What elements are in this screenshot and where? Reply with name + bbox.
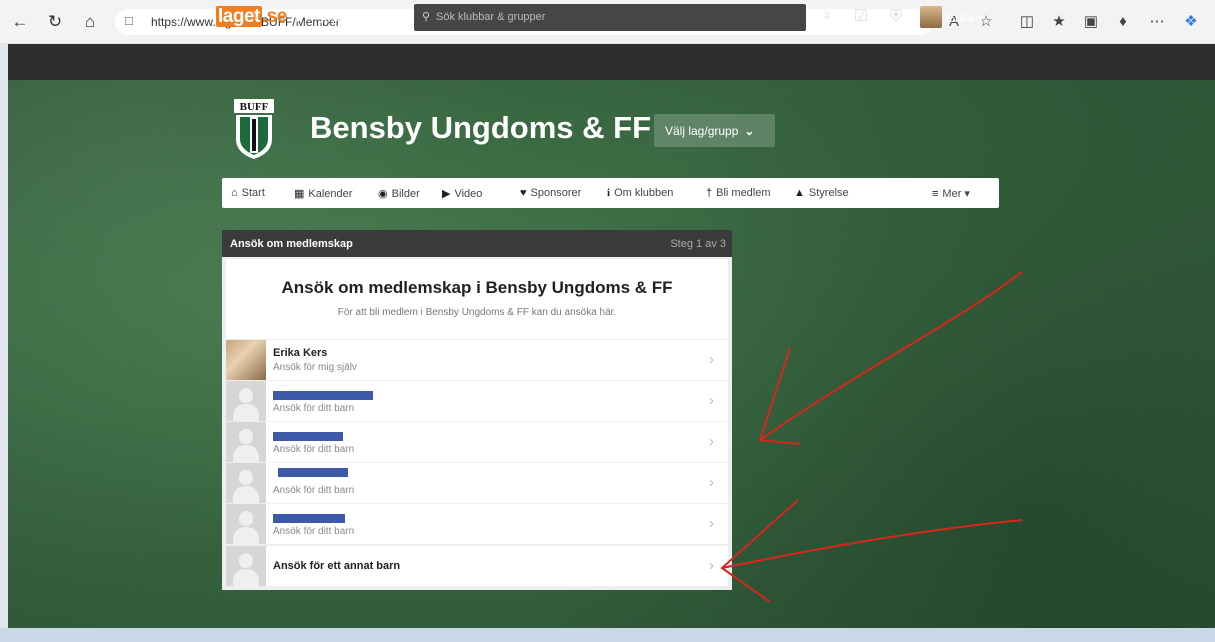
applicant-row-self[interactable]: Erika Kers Ansök för mig själv ›: [226, 340, 728, 380]
more-options-icon[interactable]: ⋯: [1147, 12, 1167, 32]
chevron-right-icon: ›: [709, 515, 714, 532]
club-title: Bensby Ungdoms & FF: [310, 110, 652, 145]
extensions-icon[interactable]: ♦: [1113, 12, 1133, 32]
home-icon: ⌂: [231, 187, 238, 199]
applicant-subtitle: Ansök för mig själv: [273, 362, 357, 373]
redaction-bar: [278, 468, 348, 477]
user-icon: ▲: [794, 187, 805, 199]
info-icon: i: [607, 187, 611, 199]
menu-item-bilder[interactable]: ◉ Bilder: [378, 187, 420, 200]
chevron-right-icon: ›: [709, 557, 714, 574]
menu-item-mer[interactable]: ≡ Mer ▾: [932, 187, 970, 200]
menu-item-bli-medlem[interactable]: † Bli medlem: [706, 187, 771, 199]
back-icon[interactable]: ←: [9, 11, 31, 33]
applicant-subtitle: Ansök för ditt barn: [273, 444, 355, 455]
laget-logo[interactable]: laget .se: [216, 6, 287, 28]
camera-icon: ◉: [378, 188, 388, 200]
redaction-bar: [273, 514, 345, 523]
video-icon: ▶: [442, 188, 451, 200]
menu-item-kalender[interactable]: ▦ Kalender: [294, 187, 352, 200]
applicant-row-child[interactable]: Ansök för ditt barn ›: [226, 504, 728, 544]
chevron-right-icon: ›: [709, 392, 714, 409]
menu-item-start[interactable]: ⌂ Start: [231, 187, 265, 199]
search-box[interactable]: ⚲ Sök klubbar & grupper: [414, 4, 806, 31]
chevron-right-icon: ›: [709, 351, 714, 368]
svg-text:BUFF: BUFF: [240, 101, 269, 113]
choose-team-dropdown[interactable]: Välj lag/grupp ⌄: [654, 114, 775, 147]
redaction-bar: [273, 432, 343, 441]
admin-link[interactable]: ⚒ Admin: [318, 11, 364, 27]
avatar: [226, 340, 266, 380]
bell-icon[interactable]: ♮: [818, 8, 836, 26]
home-icon[interactable]: ⌂: [79, 11, 101, 33]
refresh-icon[interactable]: ↻: [44, 11, 66, 33]
person-icon: †: [706, 187, 713, 199]
avatar-placeholder: [226, 504, 266, 544]
avatar-placeholder: [226, 422, 266, 462]
checkbox-icon[interactable]: ☑: [852, 8, 870, 26]
hamburger-icon: ≡: [932, 188, 939, 200]
search-placeholder: Sök klubbar & grupper: [436, 11, 546, 23]
split-screen-icon[interactable]: ◫: [1017, 12, 1037, 32]
applicant-subtitle: Ansök för ditt barn: [273, 403, 355, 414]
applicant-name: Erika Kers: [273, 347, 328, 359]
avatar-placeholder: [226, 381, 266, 421]
heart-icon: ♥: [520, 187, 527, 199]
site-topbar: [8, 44, 1215, 80]
chevron-right-icon: ›: [709, 474, 714, 491]
redaction-bar: [273, 391, 373, 400]
avatar-placeholder: [226, 546, 266, 586]
copilot-icon[interactable]: ❖: [1181, 12, 1201, 32]
calendar-icon: ▦: [294, 188, 305, 200]
applicant-row-child[interactable]: Ansök för ditt barn ›: [226, 381, 728, 421]
search-icon: ⚲: [422, 11, 431, 23]
apply-other-child-label: Ansök för ett annat barn: [273, 560, 401, 572]
apply-other-child-row[interactable]: Ansök för ett annat barn ›: [226, 546, 728, 586]
menu-item-om-klubben[interactable]: i Om klubben: [607, 187, 673, 199]
applicant-subtitle: Ansök för ditt barn: [273, 526, 355, 537]
favorites-icon[interactable]: ★: [1049, 12, 1069, 32]
wrench-icon: ⚒: [318, 11, 330, 26]
membership-panel: Ansök om medlemskap Steg 1 av 3 Ansök om…: [222, 230, 732, 590]
shield-icon[interactable]: ⛨: [887, 8, 905, 26]
avatar-placeholder: [226, 463, 266, 503]
menu-item-sponsorer[interactable]: ♥ Sponsorer: [520, 187, 581, 199]
user-menu[interactable]: Erika ▾: [947, 11, 984, 25]
panel-header: Ansök om medlemskap Steg 1 av 3: [222, 230, 732, 257]
menu-item-video[interactable]: ▶ Video: [442, 187, 482, 200]
intro-subtitle: För att bli medlem i Bensby Ungdoms & FF…: [337, 307, 617, 318]
applicant-row-child[interactable]: Ansök för ditt barn ›: [226, 422, 728, 462]
os-taskbar: [0, 628, 1215, 642]
user-avatar[interactable]: [920, 6, 942, 28]
chevron-right-icon: ›: [709, 433, 714, 450]
club-crest: BUFF: [234, 99, 274, 159]
club-menu: ⌂ Start ▦ Kalender ◉ Bilder ▶ Video ♥ Sponsor…: [222, 178, 999, 208]
step-indicator: Steg 1 av 3: [670, 238, 726, 250]
panel-title: Ansök om medlemskap: [230, 238, 353, 250]
collections-icon[interactable]: ▣: [1081, 12, 1101, 32]
plus-icon[interactable]: +: [292, 6, 304, 29]
chevron-down-icon: ⌄: [744, 124, 755, 138]
applicant-row-child[interactable]: Ansök för ditt barn ›: [226, 463, 728, 503]
applicant-subtitle: Ansök för ditt barn: [273, 485, 355, 496]
intro-box: Ansök om medlemskap i Bensby Ungdoms & F…: [226, 259, 728, 339]
intro-title: Ansök om medlemskap i Bensby Ungdoms & F…: [281, 278, 673, 297]
menu-item-styrelse[interactable]: ▲ Styrelse: [794, 187, 849, 199]
lock-icon: □: [125, 13, 133, 28]
